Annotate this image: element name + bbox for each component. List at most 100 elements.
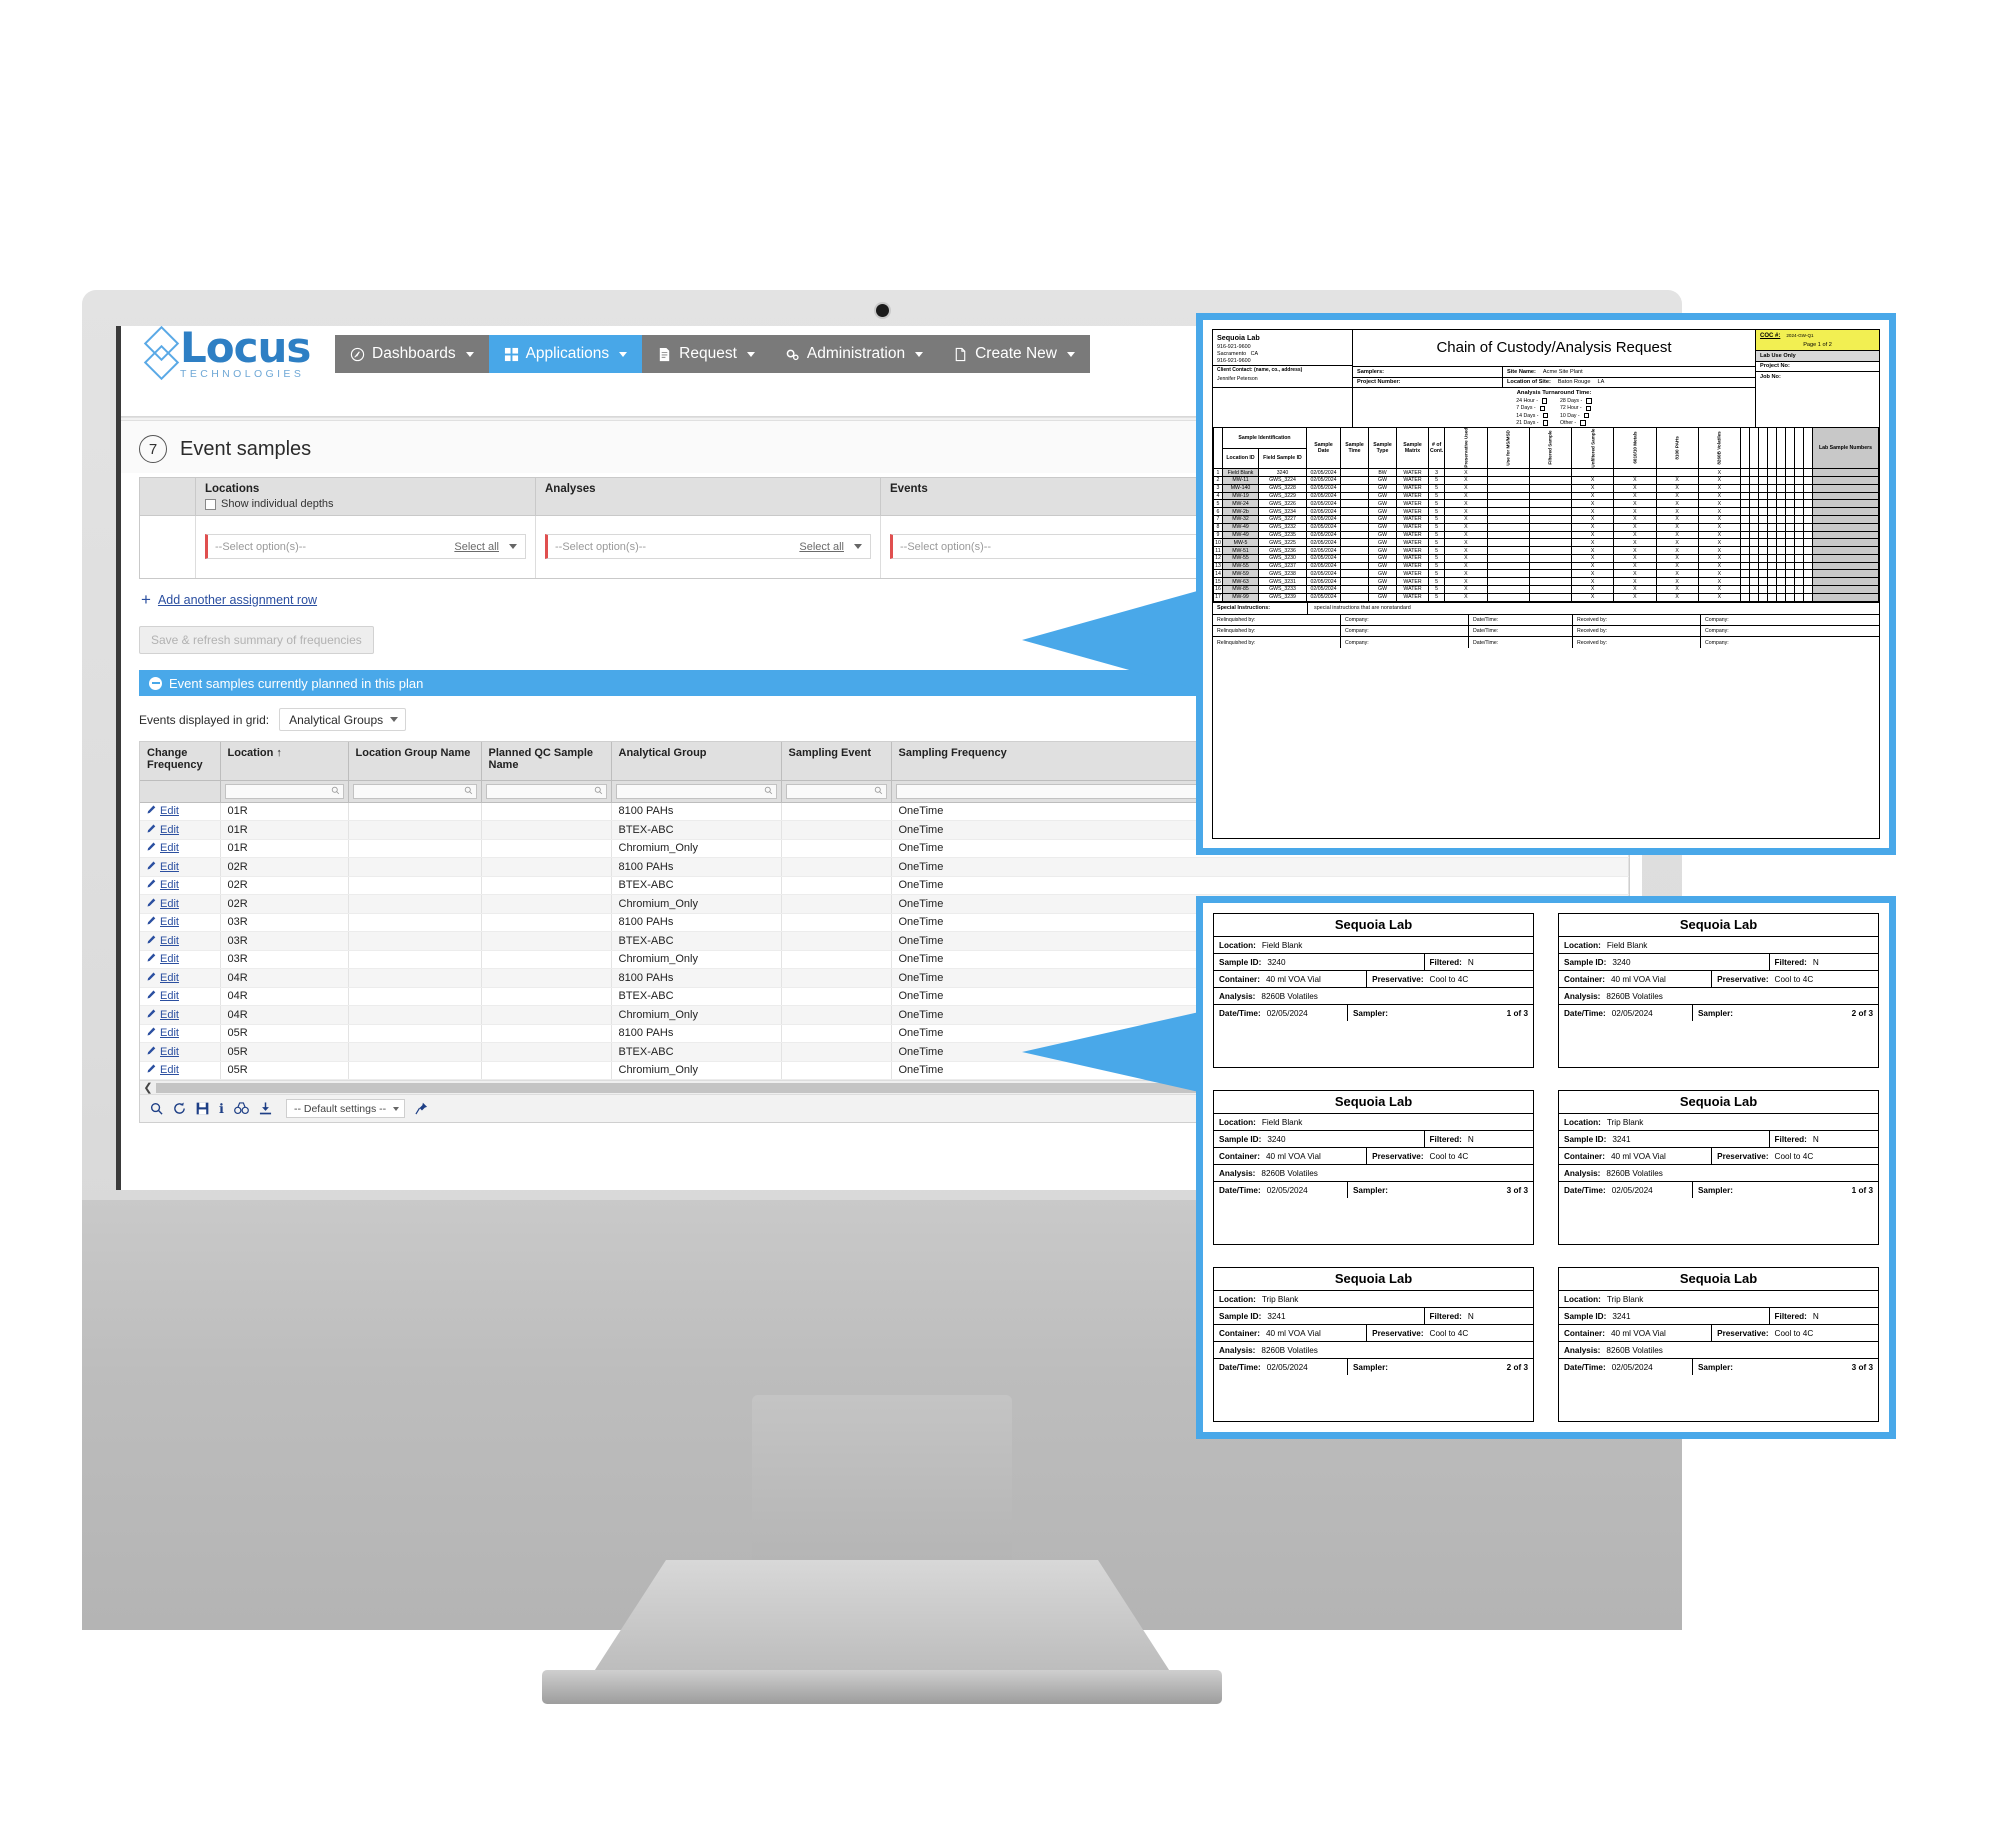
edit-link[interactable]: Edit	[160, 916, 179, 928]
brand-name: Locus	[180, 326, 311, 372]
cell-change-frequency[interactable]: Edit	[140, 1005, 221, 1025]
cell-change-frequency[interactable]: Edit	[140, 802, 221, 821]
default-settings-select[interactable]: -- Default settings --	[285, 1099, 406, 1118]
edit-link[interactable]: Edit	[160, 972, 179, 984]
coc-custody-field[interactable]: Relinquished by:	[1213, 614, 1341, 625]
coc-custody-field[interactable]: Received by:	[1573, 637, 1701, 648]
filter-cell-sampling-event[interactable]	[781, 780, 892, 803]
nav-item-create-new[interactable]: Create New	[938, 335, 1090, 373]
info-icon[interactable]: ℹ	[219, 1101, 224, 1117]
coc-custody-field[interactable]: Company:	[1341, 637, 1469, 648]
edit-link[interactable]: Edit	[160, 1046, 179, 1058]
edit-link[interactable]: Edit	[160, 861, 179, 873]
col-analytical-group[interactable]: Analytical Group	[611, 742, 782, 781]
locations-multiselect[interactable]: --Select option(s)-- Select all	[205, 534, 526, 559]
nav-item-dashboards[interactable]: Dashboards	[335, 335, 489, 373]
cell-change-frequency[interactable]: Edit	[140, 1042, 221, 1062]
cell-change-frequency[interactable]: Edit	[140, 913, 221, 932]
cell-change-frequency[interactable]: Edit	[140, 1024, 221, 1043]
label-analysis-key: Analysis:	[1219, 1345, 1256, 1355]
cell-change-frequency[interactable]: Edit	[140, 839, 221, 858]
coc-custody-field[interactable]: Relinquished by:	[1213, 625, 1341, 637]
tat-checkbox[interactable]	[1583, 412, 1590, 419]
locations-select-all[interactable]: Select all	[454, 541, 499, 553]
col-planned-qc-sample-name[interactable]: Planned QC Sample Name	[481, 742, 612, 781]
filter-input-sampling-event[interactable]	[785, 783, 887, 799]
coc-custody-field[interactable]: Received by:	[1573, 625, 1701, 637]
edit-link[interactable]: Edit	[160, 805, 179, 817]
cell-change-frequency[interactable]: Edit	[140, 894, 221, 914]
nav-item-administration[interactable]: Administration	[770, 335, 938, 373]
nav-item-request[interactable]: Request	[642, 335, 770, 373]
cell-change-frequency[interactable]: Edit	[140, 1061, 221, 1080]
save-grid-icon[interactable]	[196, 1102, 209, 1115]
coc-custody-field[interactable]: Company:	[1701, 615, 1879, 625]
tat-checkbox[interactable]	[1585, 405, 1592, 411]
edit-link[interactable]: Edit	[160, 1064, 179, 1076]
download-icon[interactable]	[259, 1102, 272, 1115]
cell-change-frequency[interactable]: Edit	[140, 876, 221, 895]
tat-checkbox[interactable]	[1586, 398, 1592, 404]
table-row[interactable]: Edit 02R 8100 PAHs OneTime	[140, 857, 1629, 877]
edit-link[interactable]: Edit	[160, 1027, 179, 1039]
edit-link[interactable]: Edit	[160, 879, 179, 891]
add-assignment-row-link[interactable]: Add another assignment row	[158, 593, 317, 607]
pin-icon[interactable]	[415, 1102, 428, 1115]
coc-custody-field[interactable]: Date/Time:	[1469, 614, 1573, 625]
filter-cell-location[interactable]	[220, 780, 349, 803]
coc-custody-field[interactable]: Date/Time:	[1469, 637, 1573, 648]
cell-change-frequency[interactable]: Edit	[140, 950, 221, 969]
analyses-multiselect[interactable]: --Select option(s)-- Select all	[545, 534, 871, 559]
brand-logo[interactable]: Locus TECHNOLOGIES	[121, 326, 335, 382]
filter-input-location-group[interactable]	[352, 783, 477, 799]
binoculars-icon[interactable]	[234, 1102, 249, 1115]
label-preservative-row: Preservative: Cool to 4C	[1367, 1148, 1533, 1164]
col-location[interactable]: Location ↑	[220, 742, 349, 781]
coc-row-number: 15	[1213, 577, 1223, 587]
edit-link[interactable]: Edit	[160, 953, 179, 965]
tat-checkbox[interactable]	[1542, 420, 1548, 426]
nav-item-applications[interactable]: Applications	[488, 335, 643, 373]
cell-change-frequency[interactable]: Edit	[140, 857, 221, 877]
cell-change-frequency[interactable]: Edit	[140, 968, 221, 988]
edit-link[interactable]: Edit	[160, 1009, 179, 1021]
tat-checkbox[interactable]	[1541, 398, 1548, 404]
edit-link[interactable]: Edit	[160, 824, 179, 836]
refresh-icon[interactable]	[173, 1102, 186, 1115]
coc-custody-field[interactable]: Company:	[1341, 614, 1469, 625]
col-location-group-name[interactable]: Location Group Name	[348, 742, 482, 781]
show-individual-depths-checkbox[interactable]: Show individual depths	[205, 498, 526, 510]
coc-custody-field[interactable]: Company:	[1701, 637, 1879, 647]
coc-analysis-mark	[1528, 476, 1573, 485]
save-refresh-button[interactable]: Save & refresh summary of frequencies	[139, 626, 374, 654]
coc-custody-field[interactable]: Relinquished by:	[1213, 637, 1341, 648]
coc-custody-field[interactable]: Company:	[1701, 626, 1879, 636]
filter-cell-location-group[interactable]	[348, 780, 482, 803]
events-displayed-select[interactable]: Analytical Groups	[279, 708, 407, 731]
edit-link[interactable]: Edit	[160, 898, 179, 910]
coc-custody-field[interactable]: Date/Time:	[1469, 625, 1573, 637]
coc-custody-field[interactable]: Received by:	[1573, 614, 1701, 625]
tat-checkbox[interactable]	[1539, 405, 1546, 411]
search-icon[interactable]	[150, 1102, 163, 1115]
table-row[interactable]: Edit 02R BTEX-ABC OneTime	[140, 876, 1629, 895]
col-sampling-event[interactable]: Sampling Event	[781, 742, 892, 781]
coc-custody-field[interactable]: Company:	[1341, 625, 1469, 637]
tat-checkbox[interactable]	[1542, 412, 1548, 419]
tat-checkbox[interactable]	[1580, 420, 1586, 426]
cell-change-frequency[interactable]: Edit	[140, 820, 221, 840]
cell-change-frequency[interactable]: Edit	[140, 931, 221, 951]
col-change-frequency[interactable]: Change Frequency	[140, 742, 221, 781]
scroll-left-icon[interactable]: ❮	[140, 1081, 156, 1094]
cell-change-frequency[interactable]: Edit	[140, 987, 221, 1006]
filter-cell-qc-sample[interactable]	[481, 780, 612, 803]
filter-input-analytical-group[interactable]	[615, 783, 777, 799]
analyses-select-all[interactable]: Select all	[799, 541, 844, 553]
filter-cell-analytical-group[interactable]	[611, 780, 782, 803]
filter-input-qc-sample[interactable]	[485, 783, 607, 799]
edit-link[interactable]: Edit	[160, 990, 179, 1002]
collapse-icon[interactable]	[149, 676, 162, 690]
edit-link[interactable]: Edit	[160, 842, 179, 854]
filter-input-location[interactable]	[224, 783, 344, 799]
edit-link[interactable]: Edit	[160, 935, 179, 947]
